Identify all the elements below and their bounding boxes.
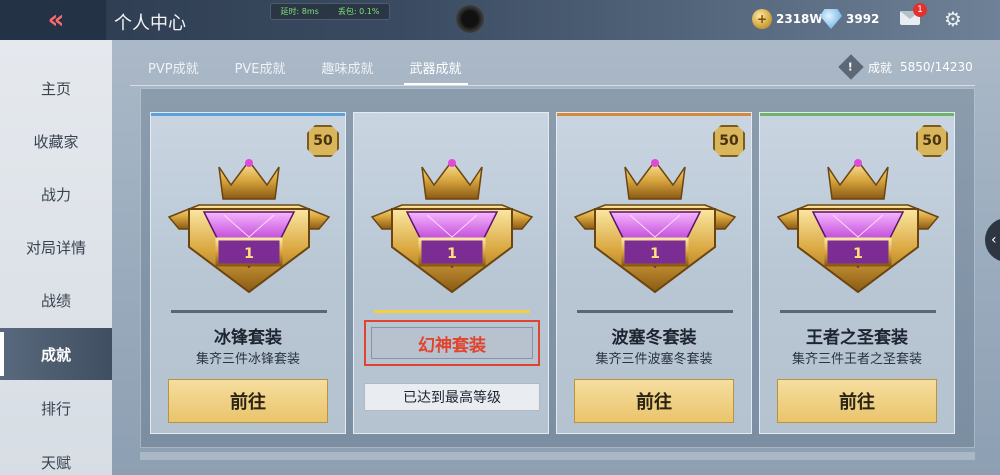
go-button[interactable]: 前往 — [777, 379, 937, 423]
packet-loss-text: 丢包: 0.1% — [337, 7, 380, 16]
side-drawer-handle[interactable]: ‹ — [985, 218, 1000, 262]
level-badge: 50 — [307, 125, 339, 157]
chevron-left-icon: ‹ — [991, 232, 997, 248]
level-badge: 50 — [916, 125, 948, 157]
tab-weapon[interactable]: 武器成就 — [392, 55, 480, 85]
sidebar-item-collector[interactable]: 收藏家 — [0, 115, 112, 167]
top-bar: « 个人中心 延时: 8ms 丢包: 0.1% + 2318W 3992 1 ⚙ — [0, 0, 1000, 40]
divider — [780, 310, 936, 313]
diamond-currency[interactable]: 3992 — [820, 9, 879, 29]
card-accent — [557, 113, 751, 116]
achievement-progress: 5850/14230 — [900, 60, 973, 74]
divider — [577, 310, 733, 313]
set-card-king: 50 1 王者之圣套装 集齐三件王者之圣套装 前往 — [759, 112, 955, 434]
set-name: 王者之圣套装 — [806, 328, 908, 348]
tabs-divider — [130, 85, 975, 86]
sidebar-item-home[interactable]: 主页 — [0, 62, 112, 114]
divider — [171, 310, 327, 313]
network-status: 延时: 8ms 丢包: 0.1% — [270, 3, 390, 20]
sidebar-item-talent[interactable]: 天赋 — [0, 436, 112, 475]
go-button[interactable]: 前往 — [574, 379, 734, 423]
rank-number: 1 — [447, 246, 457, 262]
achievement-tabs: PVP成就 PVE成就 趣味成就 武器成就 — [130, 55, 480, 85]
tab-fun[interactable]: 趣味成就 — [304, 55, 392, 85]
rank-emblem-icon: 1 — [573, 157, 737, 294]
card-accent — [151, 113, 345, 116]
tab-pve[interactable]: PVE成就 — [217, 55, 304, 85]
double-chevron-left-icon: « — [47, 5, 65, 35]
sidebar-item-record[interactable]: 战绩 — [0, 274, 112, 326]
rank-number: 1 — [650, 246, 660, 262]
tab-pvp[interactable]: PVP成就 — [130, 55, 217, 85]
selected-set-highlight[interactable]: 幻神套装 — [364, 320, 540, 366]
sidebar: 主页 收藏家 战力 对局详情 战绩 成就 排行 天赋 — [0, 40, 112, 475]
rank-number: 1 — [244, 246, 254, 262]
sidebar-item-power[interactable]: 战力 — [0, 168, 112, 220]
sidebar-item-achievements[interactable]: 成就 — [0, 328, 112, 380]
sidebar-item-ranking[interactable]: 排行 — [0, 382, 112, 434]
set-card-poseidon: 50 1 波塞冬套装 集齐三件波塞冬套装 前往 — [556, 112, 752, 434]
card-accent — [760, 113, 954, 116]
back-button[interactable]: « — [0, 0, 106, 40]
info-icon[interactable]: ! — [838, 54, 864, 80]
camera-cutout — [456, 5, 484, 33]
set-description: 集齐三件波塞冬套装 — [595, 352, 713, 367]
set-card-ice: 50 1 冰锋套装 集齐三件冰锋套装 前往 — [150, 112, 346, 434]
rank-emblem-icon: 1 — [167, 157, 331, 294]
max-level-status: 已达到最高等级 — [364, 383, 540, 411]
diamond-amount: 3992 — [846, 12, 880, 26]
set-name: 幻神套装 — [371, 327, 533, 359]
gold-amount: 2318W — [776, 12, 823, 26]
gear-icon[interactable]: ⚙ — [944, 9, 964, 29]
level-badge: 50 — [713, 125, 745, 157]
go-button[interactable]: 前往 — [168, 379, 328, 423]
set-card-phantom: 1 幻神套装 已达到最高等级 — [353, 112, 549, 434]
sidebar-item-match-details[interactable]: 对局详情 — [0, 221, 112, 273]
achievement-label: 成就 — [868, 60, 893, 75]
diamond-icon — [820, 9, 842, 29]
rank-number: 1 — [853, 246, 863, 262]
rank-emblem-icon: 1 — [776, 157, 940, 294]
set-name: 波塞冬套装 — [611, 328, 697, 348]
achievement-summary: ! 成就 5850/14230 — [838, 54, 973, 80]
divider — [374, 310, 530, 313]
set-description: 集齐三件冰锋套装 — [195, 352, 300, 367]
set-description: 集齐三件王者之圣套装 — [791, 352, 922, 367]
panel-footer — [140, 452, 975, 460]
mail-badge: 1 — [913, 3, 927, 17]
page-title: 个人中心 — [114, 13, 186, 34]
gold-coin-icon: + — [752, 9, 772, 29]
set-name: 冰锋套装 — [214, 328, 282, 348]
latency-text: 延时: 8ms — [280, 7, 319, 16]
gold-currency[interactable]: + 2318W — [752, 9, 823, 29]
rank-emblem-icon: 1 — [370, 157, 534, 294]
